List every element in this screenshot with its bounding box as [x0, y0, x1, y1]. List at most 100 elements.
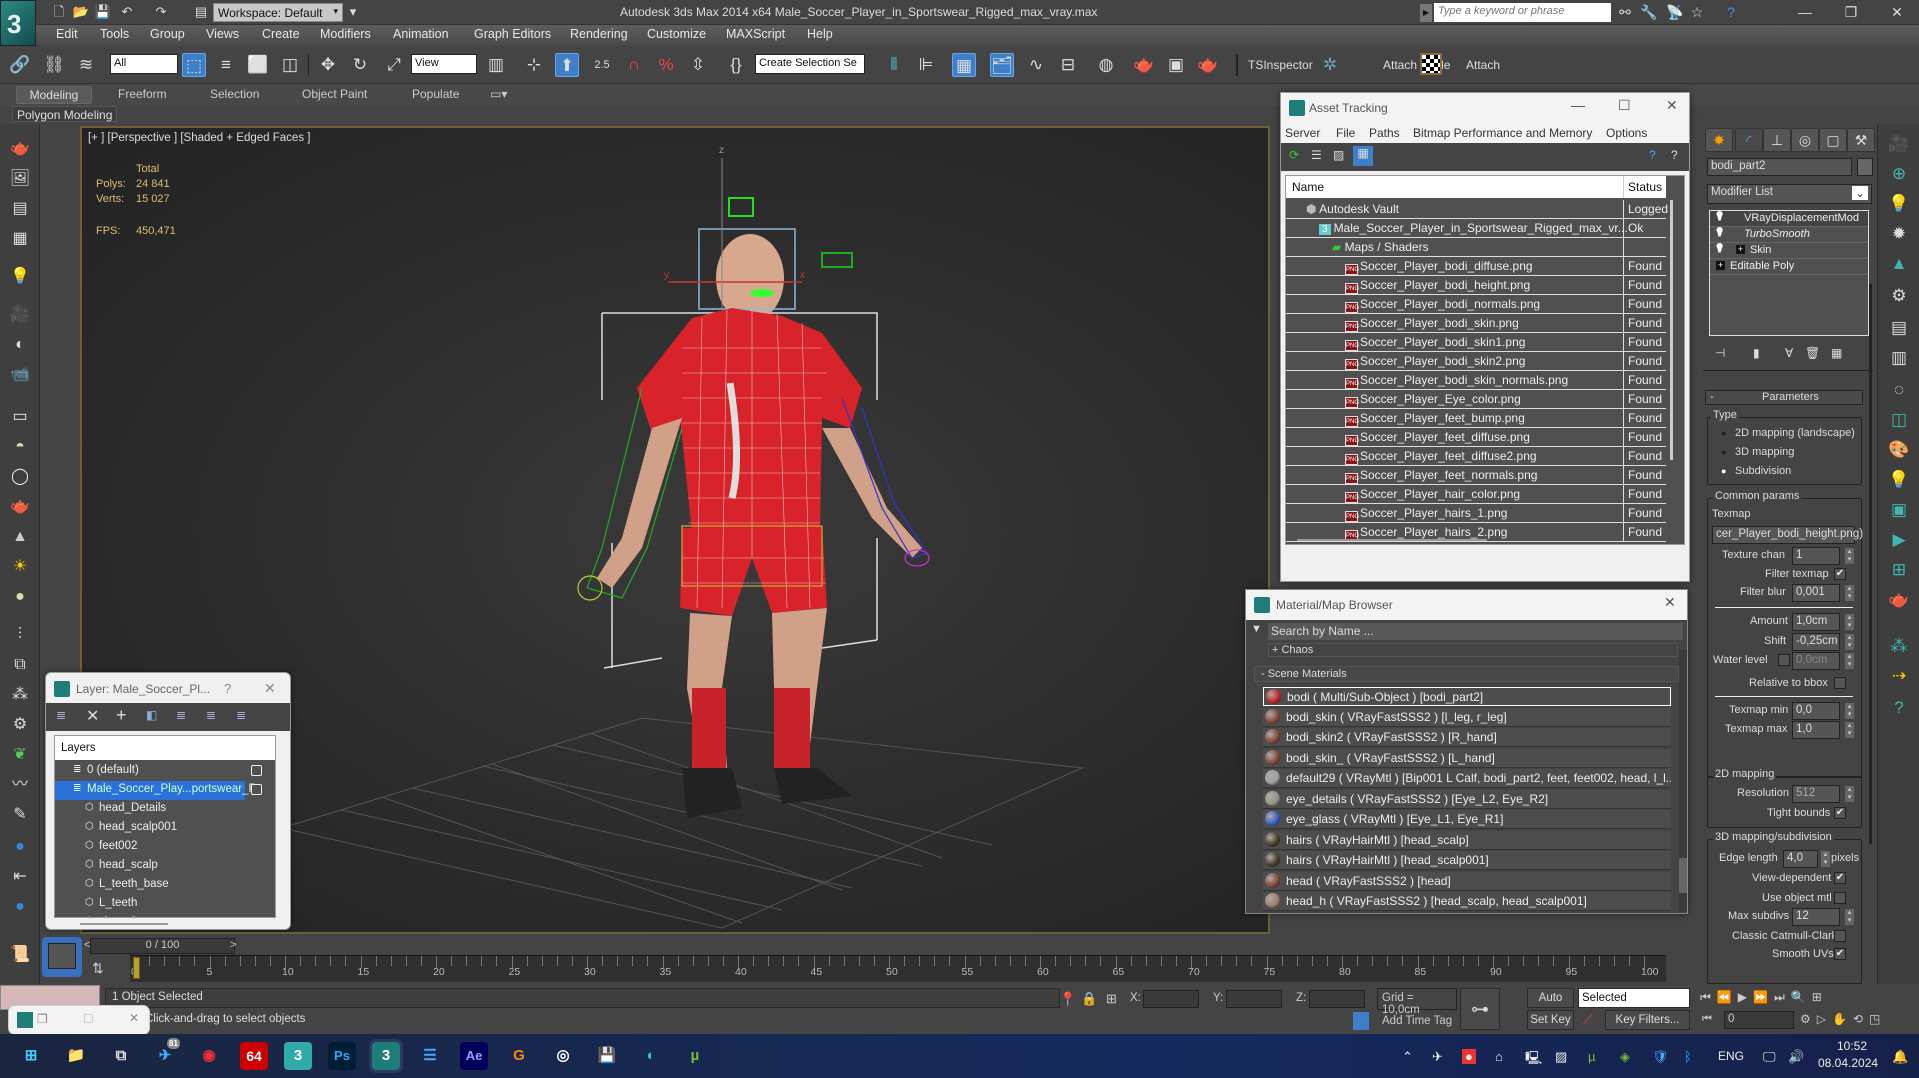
layer-item[interactable]: ⬡ L_teeth_base — [55, 876, 245, 895]
browser-options-icon[interactable]: ▼ — [1251, 623, 1262, 635]
panel-icon[interactable]: ▤ — [8, 198, 32, 220]
menu-file[interactable]: File — [1336, 126, 1355, 140]
minimize-button[interactable]: — — [1571, 97, 1585, 113]
restore-button[interactable]: ❐ — [1831, 0, 1871, 25]
add-time-tag[interactable]: Add Time Tag — [1382, 1015, 1452, 1027]
align-icon[interactable]: ⊫ — [914, 53, 938, 77]
select-and-rotate-icon[interactable]: ↻ — [348, 53, 372, 77]
clock-date[interactable]: 08.04.2024 — [1818, 1056, 1878, 1070]
mesh-light-icon[interactable]: 🫖 — [8, 496, 32, 518]
rectangular-selection-icon[interactable]: ⬜ — [246, 53, 270, 77]
vpn-tray-icon[interactable]: ⌂ — [1495, 1049, 1503, 1064]
select-by-name-icon[interactable]: ≡ — [214, 53, 238, 77]
network-lock-tray-icon[interactable]: 🖳 — [1525, 1049, 1542, 1071]
customize-qat-icon[interactable]: ▾ — [347, 3, 359, 21]
asset-row[interactable]: PNGSoccer_Player_bodi_skin1.png Found — [1286, 333, 1666, 352]
max-subdivs-spinner[interactable]: ▴ ▾ — [1845, 909, 1854, 925]
asset-row[interactable]: PNGSoccer_Player_bodi_height.png Found — [1286, 276, 1666, 295]
render-play-icon[interactable]: ▶ — [1887, 528, 1911, 552]
absolute-mode-icon[interactable]: ⊞ — [1106, 991, 1117, 1007]
texmap-max-field[interactable]: 1,0 — [1792, 721, 1840, 739]
taskbar-preview-popup[interactable]: ❐ ☐ ✕ — [8, 1005, 150, 1035]
spot-light-icon[interactable]: ▲ — [8, 526, 32, 548]
asset-row[interactable]: PNGSoccer_Player_bodi_skin.png Found — [1286, 314, 1666, 333]
remove-modifier-icon[interactable]: 🗑 — [1805, 346, 1820, 360]
maximize-viewport-icon[interactable]: ◳ — [1869, 1012, 1886, 1026]
layer-item[interactable]: ⬡ head_scalp — [55, 857, 245, 876]
delete-layer-icon[interactable]: ✕ — [86, 706, 99, 726]
filter-texmap-checkbox[interactable]: ✔ — [1834, 568, 1846, 580]
expand-icon[interactable]: + — [1716, 261, 1725, 270]
amount-field[interactable]: 1,0cm — [1792, 613, 1840, 631]
key-pen-icon[interactable]: ⟋ — [1583, 1011, 1593, 1028]
scrollbar-thumb[interactable] — [1679, 858, 1687, 893]
relative-bbox-checkbox[interactable] — [1834, 677, 1846, 689]
material-item[interactable]: default29 ( VRayMtl ) [Bip001 L Calf, bo… — [1263, 769, 1671, 788]
previous-key-icon[interactable]: ⏪ — [1717, 990, 1738, 1004]
pan-icon[interactable]: ✋ — [1832, 1012, 1853, 1026]
menu-help[interactable]: Help — [807, 27, 833, 41]
next-key-icon[interactable]: ⏩ — [1753, 990, 1774, 1004]
record-tray-icon[interactable]: ● — [1462, 1049, 1476, 1064]
material-item[interactable]: eye_details ( VRayFastSSS2 ) [Eye_L2, Ey… — [1263, 789, 1671, 809]
light-bulb-icon[interactable]: 💡 — [1714, 227, 1725, 238]
forest-list-icon[interactable]: ▤ — [1887, 316, 1911, 340]
modifier-stack-item[interactable]: + Editable Poly — [1710, 259, 1868, 275]
close-button[interactable]: ✕ — [1664, 594, 1676, 611]
object-color-swatch[interactable] — [1857, 158, 1873, 176]
save-app-icon[interactable]: 💾 — [593, 1042, 621, 1070]
binoculars-icon[interactable]: ⚯ — [1616, 3, 1634, 21]
modifier-stack-item[interactable]: 💡 VRayDisplacementMod — [1710, 211, 1868, 227]
current-frame-field[interactable]: 0 — [1724, 1011, 1794, 1029]
reference-coordinate-dropdown[interactable]: View — [411, 54, 477, 74]
polygon-modeling-panel[interactable]: Polygon Modeling — [12, 106, 118, 122]
menu-edit[interactable]: Edit — [56, 27, 78, 41]
layer-item[interactable]: ⬡ head_scalp001 — [55, 819, 245, 838]
shift-spinner[interactable]: ▴ ▾ — [1845, 634, 1854, 650]
redo-icon[interactable]: ↷ — [152, 3, 170, 21]
asset-row[interactable]: 3 Male_Soccer_Player_in_Sportswear_Rigged… — [1286, 219, 1666, 238]
light-lister-icon[interactable]: 💡 — [8, 266, 32, 288]
go-to-start-icon[interactable]: ⏮ — [1700, 990, 1717, 1004]
keyboard-shortcut-override-icon[interactable]: ⬆ — [555, 53, 579, 77]
material-search-input[interactable]: Search by Name ... — [1268, 623, 1683, 640]
display-tab-icon[interactable]: ▢ — [1819, 128, 1847, 152]
amount-spinner[interactable]: ▴ ▾ — [1845, 614, 1854, 630]
help-icon[interactable]: ? — [1887, 696, 1911, 720]
select-and-link-icon[interactable]: 🔗 — [8, 53, 32, 77]
fire-icon[interactable]: ◌ — [1887, 378, 1911, 402]
horizontal-scrollbar[interactable] — [80, 923, 168, 925]
maximize-button[interactable]: ☐ — [1618, 97, 1631, 114]
time-tag-icon[interactable] — [1353, 1012, 1369, 1030]
radio-3d-mapping[interactable]: ● — [1721, 447, 1726, 457]
render-setup-icon[interactable]: 🫖 — [1132, 53, 1156, 77]
asset-row[interactable]: PNGSoccer_Player_bodi_normals.png Found — [1286, 295, 1666, 314]
rendered-frame-window-icon[interactable]: ▣ — [1164, 53, 1188, 77]
menu-bitmap-performance[interactable]: Bitmap Performance and Memory — [1413, 126, 1592, 140]
hide-all-icon[interactable]: ≣ — [206, 708, 216, 722]
texmap-max-spinner[interactable]: ▴ ▾ — [1845, 722, 1854, 738]
z-coordinate-field[interactable] — [1309, 990, 1365, 1008]
fur-icon[interactable]: ⫶ — [8, 624, 32, 646]
light-bulb-icon[interactable]: 💡 — [1714, 243, 1725, 254]
resolution-field[interactable]: 512 — [1792, 785, 1840, 803]
tree-transfer-icon[interactable]: ⇢ — [1887, 664, 1911, 688]
telegram-icon[interactable]: ✈ 81 — [151, 1038, 180, 1070]
isolate-pin-icon[interactable]: 📍 — [1059, 991, 1076, 1008]
camera-icon[interactable]: 🎥 — [1887, 132, 1911, 156]
menu-server[interactable]: Server — [1285, 126, 1320, 140]
attach-mode-icon[interactable]: ✲ — [1318, 53, 1342, 77]
tree-icon[interactable]: ▲ — [1887, 252, 1911, 276]
object-name-field[interactable]: bodi_part2 — [1707, 158, 1852, 176]
modify-tab-icon[interactable]: ◜ — [1735, 128, 1763, 152]
gear-icon[interactable]: ⚙ — [8, 714, 32, 736]
water-level-spinner[interactable]: ▴ ▾ — [1845, 653, 1854, 669]
ies-light-icon[interactable]: ● — [8, 586, 32, 608]
menu-modifiers[interactable]: Modifiers — [320, 27, 371, 41]
menu-views[interactable]: Views — [206, 27, 239, 41]
pin-stack-icon[interactable]: ⊣ — [1715, 346, 1725, 360]
add-to-layer-icon[interactable]: + — [116, 705, 127, 726]
sphere-icon[interactable]: ● — [8, 836, 32, 858]
menu-maxscript[interactable]: MAXScript — [726, 27, 785, 41]
key-mode-toggle-icon[interactable]: ⏮ — [1702, 1013, 1712, 1026]
